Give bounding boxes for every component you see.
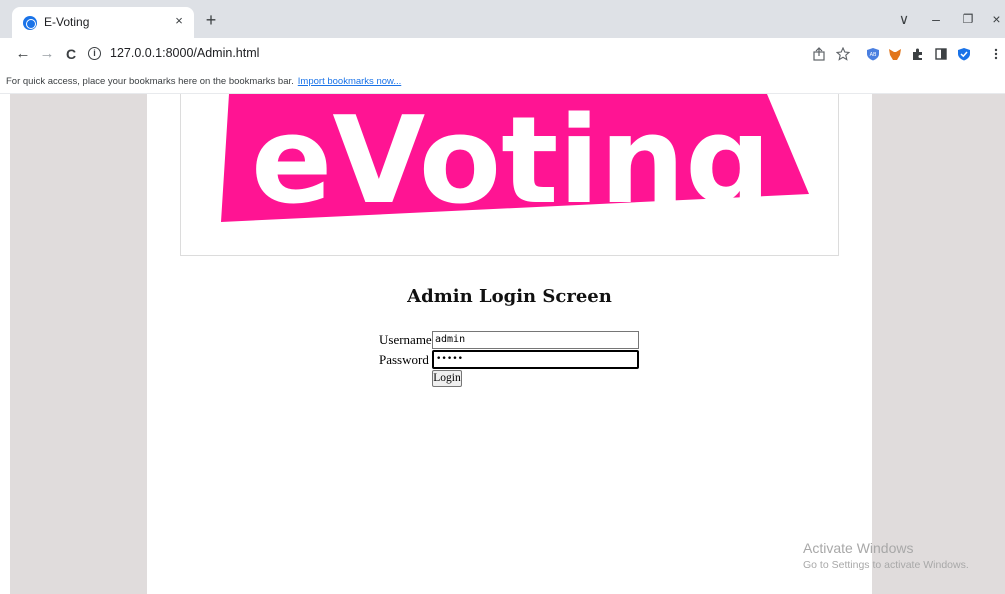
browser-toolbar: ← → C i 127.0.0.1:8000/Admin.html AB bbox=[0, 38, 1005, 70]
browser-tab[interactable]: E-Voting × bbox=[12, 7, 194, 38]
bookmarks-bar: For quick access, place your bookmarks h… bbox=[0, 70, 1005, 94]
svg-text:AB: AB bbox=[870, 52, 877, 58]
password-input[interactable]: ••••• bbox=[432, 350, 639, 369]
tab-search-button[interactable]: ∨ bbox=[894, 8, 914, 30]
forward-button[interactable]: → bbox=[36, 43, 58, 65]
login-button[interactable]: Login bbox=[432, 370, 462, 387]
kebab-menu-icon[interactable] bbox=[992, 47, 1000, 61]
adblock-extension-icon[interactable]: AB bbox=[866, 47, 880, 61]
minimize-button[interactable]: – bbox=[926, 8, 946, 30]
password-label: Password bbox=[379, 352, 429, 367]
extensions-puzzle-icon[interactable] bbox=[911, 47, 925, 61]
watermark-title: Activate Windows bbox=[803, 540, 914, 556]
share-icon[interactable] bbox=[812, 47, 826, 61]
evoting-banner: eVoting bbox=[180, 94, 839, 256]
restore-button[interactable]: ❐ bbox=[958, 8, 978, 30]
right-margin-panel bbox=[872, 94, 1005, 594]
import-bookmarks-link[interactable]: Import bookmarks now... bbox=[298, 76, 401, 87]
shield-check-icon[interactable] bbox=[957, 47, 971, 61]
reload-button[interactable]: C bbox=[60, 43, 82, 65]
tab-close-button[interactable]: × bbox=[170, 12, 188, 30]
bookmarks-bar-message: For quick access, place your bookmarks h… bbox=[6, 76, 294, 87]
bookmark-star-icon[interactable] bbox=[836, 47, 850, 61]
bookmarks-bar-message-row: For quick access, place your bookmarks h… bbox=[6, 76, 401, 87]
side-panel-icon[interactable] bbox=[934, 47, 948, 61]
username-input[interactable]: admin bbox=[432, 331, 639, 349]
left-margin-panel bbox=[10, 94, 147, 594]
metamask-fox-icon[interactable] bbox=[888, 47, 902, 61]
tab-strip: E-Voting × + ∨ – ❐ × bbox=[0, 0, 1005, 38]
close-window-button[interactable]: × bbox=[988, 8, 1005, 30]
page-viewport: eVoting Admin Login Screen Username admi… bbox=[0, 94, 1005, 594]
globe-icon bbox=[23, 16, 37, 30]
url-text[interactable]: 127.0.0.1:8000/Admin.html bbox=[110, 46, 259, 60]
watermark-subtitle: Go to Settings to activate Windows. bbox=[803, 559, 969, 571]
evoting-logo: eVoting bbox=[221, 94, 809, 231]
new-tab-button[interactable]: + bbox=[200, 10, 222, 32]
back-button[interactable]: ← bbox=[12, 43, 34, 65]
tab-title: E-Voting bbox=[44, 15, 90, 29]
address-bar[interactable]: i 127.0.0.1:8000/Admin.html bbox=[88, 42, 808, 66]
site-info-icon[interactable]: i bbox=[88, 47, 101, 60]
username-label: Username bbox=[379, 332, 432, 347]
logo-text: eVoting bbox=[251, 94, 771, 231]
windows-activation-watermark: Activate Windows Go to Settings to activ… bbox=[803, 540, 969, 571]
page-title: Admin Login Screen bbox=[407, 286, 612, 307]
